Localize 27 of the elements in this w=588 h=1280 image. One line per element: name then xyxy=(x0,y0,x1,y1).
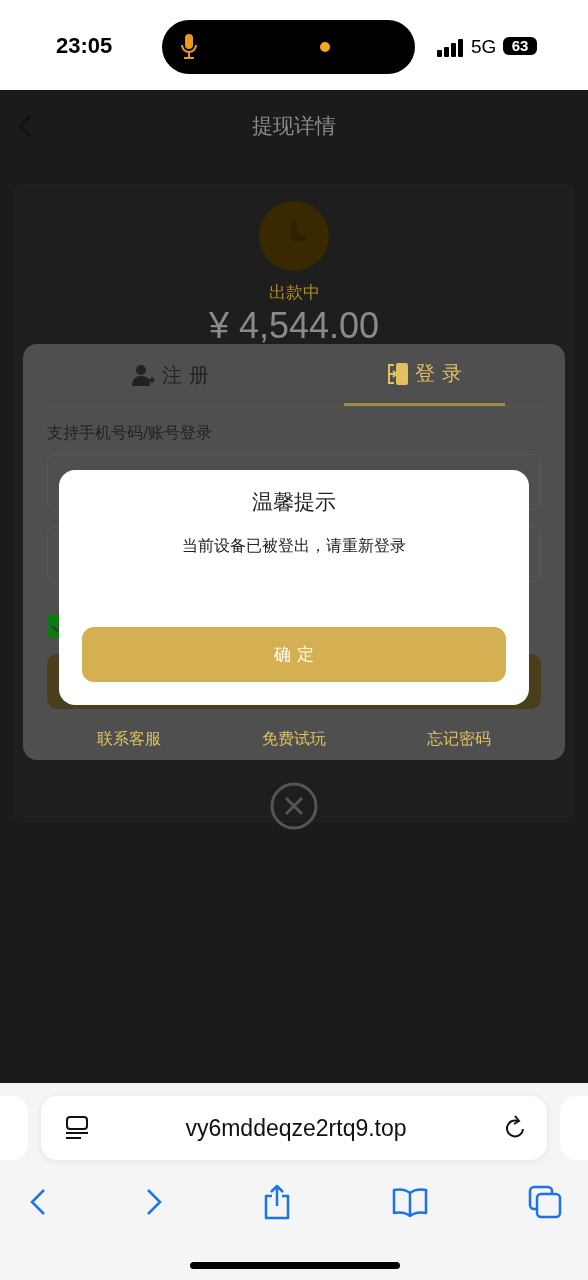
close-icon[interactable] xyxy=(270,782,318,830)
back-icon[interactable] xyxy=(30,1188,46,1216)
clock-icon xyxy=(259,201,329,271)
link[interactable]: 联系客服 xyxy=(97,729,162,750)
network-label: 5G xyxy=(471,36,497,58)
battery-icon: 63 xyxy=(503,37,537,55)
signal-icon xyxy=(437,39,465,57)
share-icon[interactable] xyxy=(262,1184,292,1220)
tab[interactable]: 登 录 xyxy=(344,344,505,406)
status-label: 出款中 xyxy=(268,281,320,304)
page-title: 提现详情 xyxy=(252,113,336,140)
tabs-icon[interactable] xyxy=(528,1185,562,1219)
status-time: 23:05 xyxy=(56,33,113,59)
dialog-title: 温馨提示 xyxy=(252,489,336,516)
add-user-icon xyxy=(132,364,157,386)
book-icon[interactable] xyxy=(392,1187,428,1217)
dialog-message: 当前设备已被登出，请重新登录 xyxy=(182,536,406,557)
login-door-icon xyxy=(387,361,410,386)
recording-dot xyxy=(320,42,330,52)
url-text: vy6mddeqze2rtq9.top xyxy=(184,1114,408,1142)
microphone-icon xyxy=(180,33,198,61)
link[interactable]: 忘记密码 xyxy=(426,729,491,750)
address-bar[interactable]: vy6mddeqze2rtq9.top xyxy=(41,1096,547,1160)
link[interactable]: 免费试玩 xyxy=(262,729,326,750)
page-menu-icon[interactable] xyxy=(65,1116,89,1140)
forward-icon[interactable] xyxy=(146,1188,162,1216)
amount: ¥ 4,544.00 xyxy=(208,306,380,346)
